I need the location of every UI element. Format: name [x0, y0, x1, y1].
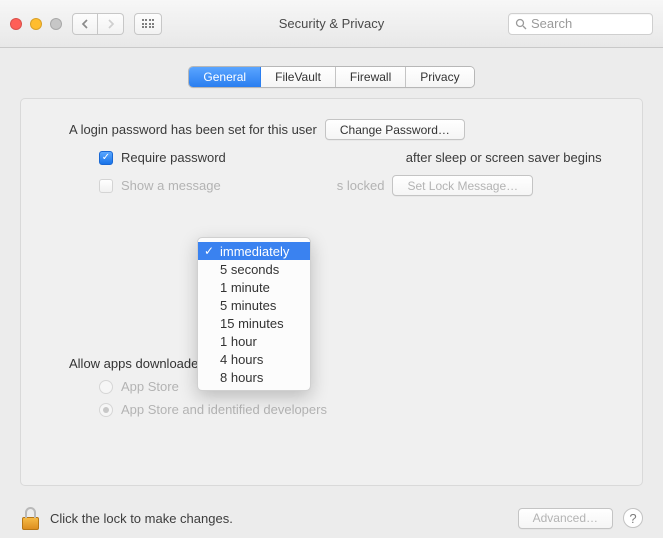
dropdown-option-immediately[interactable]: immediately: [198, 242, 310, 260]
close-window-button[interactable]: [10, 18, 22, 30]
allow-apps-appstore-row: App Store: [99, 379, 616, 394]
show-message-label-b: s locked: [337, 178, 385, 193]
content-panel: A login password has been set for this u…: [20, 98, 643, 486]
after-sleep-label: after sleep or screen saver begins: [406, 150, 602, 165]
minimize-window-button[interactable]: [30, 18, 42, 30]
dropdown-option-15minutes[interactable]: 15 minutes: [198, 314, 310, 332]
tab-firewall[interactable]: Firewall: [336, 67, 406, 87]
allow-apps-heading: Allow apps downloaded from:: [69, 356, 616, 371]
password-delay-dropdown-menu: immediately 5 seconds 1 minute 5 minutes…: [197, 237, 311, 391]
traffic-lights: [10, 18, 62, 30]
set-lock-message-button: Set Lock Message…: [392, 175, 533, 196]
search-placeholder: Search: [531, 16, 572, 31]
allow-apps-identified-row: App Store and identified developers: [99, 402, 616, 417]
dropdown-option-5seconds[interactable]: 5 seconds: [198, 260, 310, 278]
window-title: Security & Privacy: [279, 16, 384, 31]
dropdown-option-4hours[interactable]: 4 hours: [198, 350, 310, 368]
titlebar: Security & Privacy Search: [0, 0, 663, 48]
forward-button[interactable]: [98, 13, 124, 35]
search-icon: [515, 18, 527, 30]
require-password-checkbox[interactable]: ✓: [99, 151, 113, 165]
dropdown-option-5minutes[interactable]: 5 minutes: [198, 296, 310, 314]
login-password-row: A login password has been set for this u…: [69, 119, 616, 140]
footer: Click the lock to make changes. Advanced…: [0, 498, 663, 538]
require-password-label: Require password: [121, 150, 226, 165]
allow-apps-section: Allow apps downloaded from: App Store Ap…: [69, 356, 616, 417]
show-message-label-a: Show a message: [121, 178, 221, 193]
zoom-window-button: [50, 18, 62, 30]
lock-icon[interactable]: [20, 506, 40, 530]
advanced-button[interactable]: Advanced…: [518, 508, 613, 529]
back-button[interactable]: [72, 13, 98, 35]
show-all-button[interactable]: [134, 13, 162, 35]
login-password-text: A login password has been set for this u…: [69, 122, 317, 137]
radio-identified: [99, 403, 113, 417]
radio-appstore: [99, 380, 113, 394]
tab-general[interactable]: General: [189, 67, 261, 87]
segmented-control: General FileVault Firewall Privacy: [188, 66, 474, 88]
search-field[interactable]: Search: [508, 13, 653, 35]
grid-icon: [142, 19, 155, 28]
nav-buttons: [72, 13, 124, 35]
radio-identified-label: App Store and identified developers: [121, 402, 327, 417]
show-message-checkbox[interactable]: ✓: [99, 179, 113, 193]
help-button[interactable]: ?: [623, 508, 643, 528]
tab-bar: General FileVault Firewall Privacy: [0, 66, 663, 88]
dropdown-option-8hours[interactable]: 8 hours: [198, 368, 310, 386]
require-password-row: ✓ Require password after sleep or screen…: [99, 150, 616, 165]
change-password-button[interactable]: Change Password…: [325, 119, 465, 140]
tab-privacy[interactable]: Privacy: [406, 67, 473, 87]
dropdown-option-1minute[interactable]: 1 minute: [198, 278, 310, 296]
lock-text: Click the lock to make changes.: [50, 511, 233, 526]
show-message-row: ✓ Show a message s locked Set Lock Messa…: [99, 175, 616, 196]
tab-filevault[interactable]: FileVault: [261, 67, 336, 87]
dropdown-option-1hour[interactable]: 1 hour: [198, 332, 310, 350]
radio-appstore-label: App Store: [121, 379, 179, 394]
